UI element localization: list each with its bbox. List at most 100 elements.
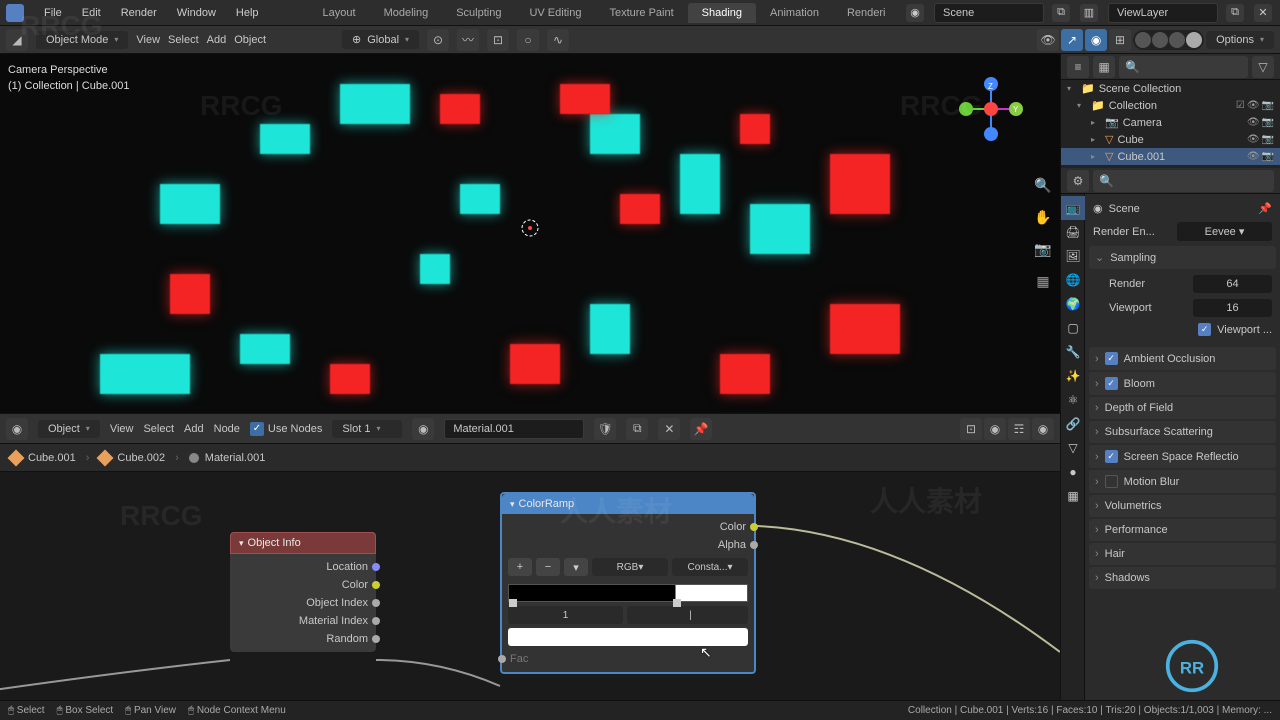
editor-type-icon[interactable]: ◢: [6, 29, 28, 51]
panel-ao[interactable]: ✓Ambient Occlusion: [1089, 347, 1276, 370]
panel-sampling[interactable]: Sampling: [1089, 246, 1276, 269]
ptab-scene[interactable]: 🌐: [1061, 268, 1085, 292]
ao-checkbox[interactable]: ✓: [1105, 352, 1118, 365]
node-backdrop-icon[interactable]: ◉: [1032, 418, 1054, 440]
options-dropdown[interactable]: Options: [1206, 31, 1274, 49]
material-shield-icon[interactable]: 🛡: [594, 418, 616, 440]
ramp-mode-dropdown[interactable]: RGB ▾: [592, 558, 668, 576]
nodehdr-add[interactable]: Add: [184, 423, 204, 435]
ptab-viewlayer[interactable]: 🖼: [1061, 244, 1085, 268]
rendered-shading-icon[interactable]: [1186, 32, 1202, 48]
tab-shading[interactable]: Shading: [688, 3, 756, 23]
tab-texture-paint[interactable]: Texture Paint: [595, 3, 687, 23]
node-object-mode[interactable]: Object: [38, 420, 100, 438]
menu-window[interactable]: Window: [167, 7, 226, 19]
socket-material-index[interactable]: Material Index: [230, 612, 376, 630]
ptab-constraints[interactable]: 🔗: [1061, 412, 1085, 436]
snap-target-icon[interactable]: ⊡: [487, 29, 509, 51]
node-object-info[interactable]: Object Info Location Color Object Index …: [230, 532, 376, 652]
bloom-checkbox[interactable]: ✓: [1105, 377, 1118, 390]
node-color-ramp-title[interactable]: ColorRamp: [502, 494, 754, 514]
3d-viewport[interactable]: Camera Perspective (1) Collection | Cube…: [0, 54, 1060, 414]
panel-motion-blur[interactable]: Motion Blur: [1089, 470, 1276, 493]
ptab-object[interactable]: ▢: [1061, 316, 1085, 340]
viewlayer-selector[interactable]: ViewLayer: [1108, 3, 1218, 23]
ramp-stop-0[interactable]: [509, 599, 517, 607]
ol-collection[interactable]: ▾📁Collection☑👁📷: [1061, 97, 1280, 114]
ramp-add-button[interactable]: +: [508, 558, 532, 576]
material-copy-icon[interactable]: ⧉: [626, 418, 648, 440]
node-object-info-title[interactable]: Object Info: [230, 532, 376, 554]
outliner-display-icon[interactable]: ▦: [1093, 56, 1115, 78]
hdr-object[interactable]: Object: [234, 34, 266, 46]
slot-selector[interactable]: Slot 1: [332, 420, 402, 438]
ol-camera[interactable]: ▸📷Camera👁📷: [1061, 114, 1280, 131]
viewport-samples-field[interactable]: 16: [1193, 299, 1272, 317]
panel-ssr[interactable]: ✓Screen Space Reflectio: [1089, 445, 1276, 468]
ptab-modifiers[interactable]: 🔧: [1061, 340, 1085, 364]
xray-icon[interactable]: ⊞: [1109, 29, 1131, 51]
tab-rendering[interactable]: Renderi: [833, 3, 900, 23]
panel-shadows[interactable]: Shadows: [1089, 567, 1276, 589]
pin-icon[interactable]: 📌: [690, 418, 712, 440]
material-shading-icon[interactable]: [1169, 32, 1185, 48]
panel-performance[interactable]: Performance: [1089, 519, 1276, 541]
visibility-icon[interactable]: 👁: [1037, 29, 1059, 51]
ptab-world[interactable]: 🌍: [1061, 292, 1085, 316]
node-canvas[interactable]: Object Info Location Color Object Index …: [0, 472, 1060, 700]
material-name-field[interactable]: Material.001: [444, 419, 584, 439]
viewport-denoise-checkbox[interactable]: ✓: [1198, 323, 1211, 336]
tab-uv-editing[interactable]: UV Editing: [515, 3, 595, 23]
ramp-pos-field[interactable]: |: [627, 606, 748, 624]
props-type-icon[interactable]: ⚙: [1067, 170, 1089, 192]
menu-edit[interactable]: Edit: [72, 7, 111, 19]
hdr-select[interactable]: Select: [168, 34, 199, 46]
panel-hair[interactable]: Hair: [1089, 543, 1276, 565]
socket-ramp-fac[interactable]: Fac: [502, 650, 754, 668]
node-overlay-icon[interactable]: ◉: [984, 418, 1006, 440]
tab-modeling[interactable]: Modeling: [370, 3, 443, 23]
close-viewlayer-icon[interactable]: ✕: [1254, 4, 1272, 22]
outliner[interactable]: ▾📁Scene Collection ▾📁Collection☑👁📷 ▸📷Cam…: [1061, 80, 1280, 168]
material-unlink-icon[interactable]: ✕: [658, 418, 680, 440]
navigation-gizmo[interactable]: ZY: [956, 74, 1026, 144]
socket-ramp-alpha[interactable]: Alpha: [502, 536, 754, 554]
ptab-texture[interactable]: ▦: [1061, 484, 1085, 508]
ramp-color-swatch[interactable]: [508, 628, 748, 646]
ramp-interp-dropdown[interactable]: Consta...▾: [672, 558, 748, 576]
gizmo-toggle-icon[interactable]: ↗: [1061, 29, 1083, 51]
panel-volumetrics[interactable]: Volumetrics: [1089, 495, 1276, 517]
node-editor-type-icon[interactable]: ◉: [6, 418, 28, 440]
nodehdr-view[interactable]: View: [110, 423, 134, 435]
tab-layout[interactable]: Layout: [309, 3, 370, 23]
menu-render[interactable]: Render: [111, 7, 167, 19]
material-browse-icon[interactable]: ◉: [412, 418, 434, 440]
orientation-selector[interactable]: ⊕Global: [342, 30, 419, 49]
nodehdr-select[interactable]: Select: [143, 423, 174, 435]
wireframe-shading-icon[interactable]: [1135, 32, 1151, 48]
tab-animation[interactable]: Animation: [756, 3, 833, 23]
panel-sss[interactable]: Subsurface Scattering: [1089, 421, 1276, 443]
socket-random[interactable]: Random: [230, 630, 376, 648]
ramp-gradient[interactable]: [508, 584, 748, 602]
proportional-edit-icon[interactable]: ○: [517, 29, 539, 51]
copy-viewlayer-icon[interactable]: ⧉: [1226, 4, 1244, 22]
pan-icon[interactable]: ✋: [1032, 206, 1054, 228]
motion-blur-checkbox[interactable]: [1105, 475, 1118, 488]
node-snap-icon[interactable]: ⊡: [960, 418, 982, 440]
ptab-material[interactable]: ●: [1061, 460, 1085, 484]
nodehdr-node[interactable]: Node: [214, 423, 240, 435]
hdr-view[interactable]: View: [136, 34, 160, 46]
socket-location[interactable]: Location: [230, 558, 376, 576]
outliner-filter-icon[interactable]: ▽: [1252, 56, 1274, 78]
overlay-toggle-icon[interactable]: ◉: [1085, 29, 1107, 51]
ptab-data[interactable]: ▽: [1061, 436, 1085, 460]
render-engine-dropdown[interactable]: Eevee ▾: [1177, 222, 1272, 241]
ptab-output[interactable]: 🖨: [1061, 220, 1085, 244]
pivot-icon[interactable]: ⊙: [427, 29, 449, 51]
panel-dof[interactable]: Depth of Field: [1089, 397, 1276, 419]
use-nodes-checkbox[interactable]: ✓: [250, 422, 264, 436]
ol-scene-collection[interactable]: ▾📁Scene Collection: [1061, 80, 1280, 97]
ssr-checkbox[interactable]: ✓: [1105, 450, 1118, 463]
render-samples-field[interactable]: 64: [1193, 275, 1272, 293]
